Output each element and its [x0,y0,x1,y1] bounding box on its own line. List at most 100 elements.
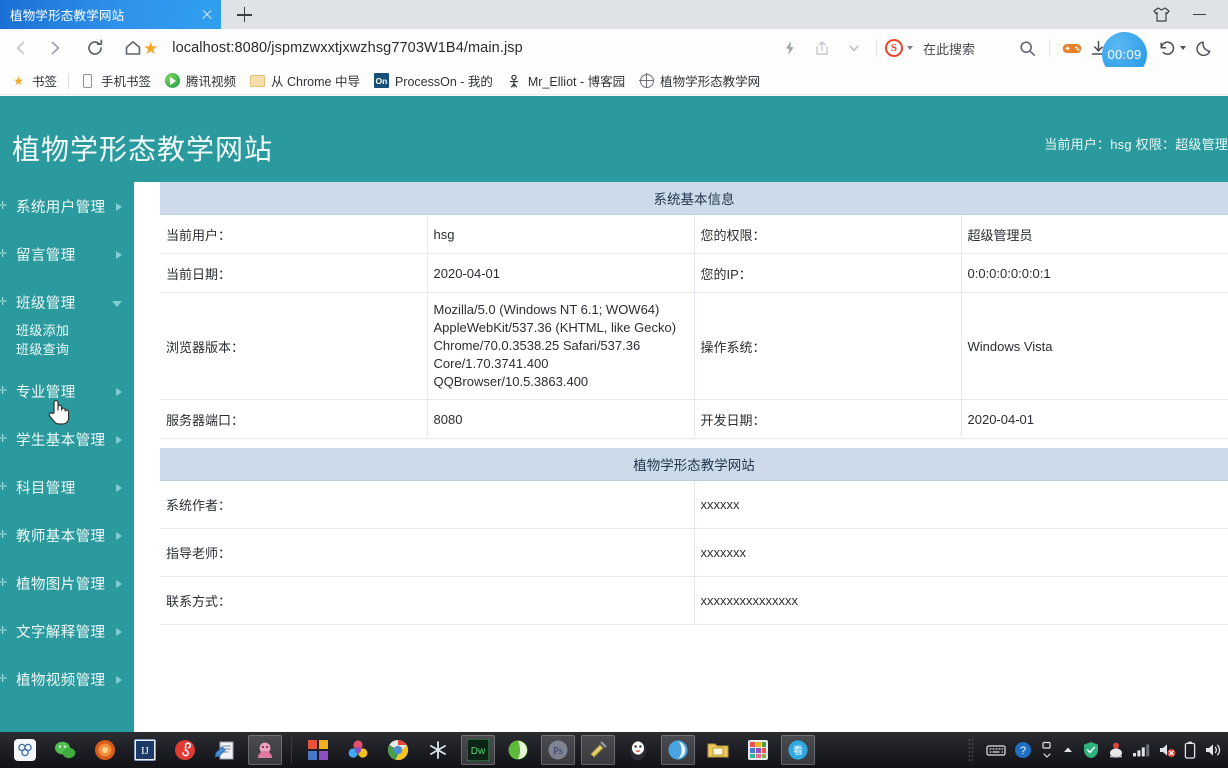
taskbar-icon-colorapp[interactable] [341,735,375,765]
skin-icon[interactable] [1144,2,1178,28]
chevron-right-icon [116,580,122,588]
plus-bullet-icon: ✛ [0,200,8,212]
taskbar-icon-firefox[interactable] [88,735,122,765]
volume-muted-icon[interactable] [1158,742,1176,758]
show-hidden-icons-button[interactable] [1040,741,1054,759]
sidebar-item-teacher[interactable]: ✛ 教师基本管理 [0,511,134,559]
share-icon[interactable] [806,31,838,65]
taskbar-icon-wechat[interactable] [48,735,82,765]
minimize-button[interactable] [1182,2,1216,28]
forward-button[interactable] [38,31,72,65]
sogou-icon: S [884,39,903,57]
bookmark-label: 书签 [32,75,58,89]
bookmark-item-4[interactable]: On ProcessOn - 我的 [367,69,500,93]
bookmark-label: ProcessOn - 我的 [394,75,493,89]
sidebar-subitem-class-query[interactable]: 班级查询 [16,339,134,358]
sidebar-item-system-user[interactable]: ✛ 系统用户管理 [0,182,134,230]
taskbar-icon-snowflake-app[interactable] [421,735,455,765]
taskbar-icon-dreamweaver[interactable]: Dw [461,735,495,765]
sidebar-item-class[interactable]: ✛ 班级管理 [0,278,134,326]
search-input[interactable]: 在此搜索 [923,39,975,58]
sidebar-item-label: 植物图片管理 [16,576,106,593]
sidebar-item-text-explain[interactable]: ✛ 文字解释管理 [0,607,134,655]
chevron-up-icon[interactable] [1062,744,1074,756]
download-button[interactable]: 00:09 [1088,31,1147,77]
lightning-icon[interactable] [774,31,806,65]
table-section-header: 植物学形态教学网站 [160,448,1228,481]
input-method-icon[interactable] [1108,741,1124,759]
table-row: 当前用户： hsg 您的权限： 超级管理员 [160,214,1228,254]
taskbar-icon-netease-music[interactable] [168,735,202,765]
browser-tab[interactable]: 植物学形态教学网站 [0,0,221,29]
taskbar-icon-sogou-input[interactable]: 看 [781,735,815,765]
battery-icon[interactable] [1184,741,1196,759]
shield-security-icon[interactable] [1082,741,1100,759]
plus-bullet-icon: ✛ [0,673,8,685]
bookmark-item-1[interactable]: 手机书签 [73,69,158,93]
network-signal-icon[interactable] [1132,743,1150,757]
cell-value: xxxxxxx [694,528,1228,577]
new-tab-button[interactable] [224,0,264,29]
undo-icon[interactable] [1156,31,1188,65]
volume-icon[interactable] [1204,742,1222,758]
taskbar-icon-qq-browser[interactable] [248,735,282,765]
taskbar-icon-green-browser[interactable] [501,735,535,765]
bookmark-label: 腾讯视频 [186,75,237,89]
sidebar-item-label: 教师基本管理 [16,528,106,545]
bookmark-item-5[interactable]: Mr_Elliot - 博客园 [500,69,632,93]
address-bar[interactable]: ★ localhost:8080/jspmzwxxtjxwzhsg7703W1B… [143,29,733,67]
divider [291,737,292,763]
bookmark-item-3[interactable]: 从 Chrome 中导 [243,69,367,93]
keyboard-icon[interactable] [986,743,1006,757]
sidebar-item-subject[interactable]: ✛ 科目管理 [0,463,134,511]
search-engine-selector[interactable]: S [883,39,915,57]
sidebar-item-label: 文字解释管理 [16,624,106,641]
back-button[interactable] [4,31,38,65]
reload-button[interactable] [78,31,112,65]
dark-mode-moon-icon[interactable] [1188,31,1220,65]
chevron-down-icon[interactable] [838,31,870,65]
taskbar-icon-file-explorer[interactable] [701,735,735,765]
tab-title: 植物学形态教学网站 [10,9,125,23]
taskbar-icon-qq-browser-2[interactable] [661,735,695,765]
taskbar-icon-windows-store[interactable] [301,735,335,765]
sidebar-item-message[interactable]: ✛ 留言管理 [0,230,134,278]
globe-icon [639,73,654,88]
close-icon[interactable] [199,7,215,23]
search-icon[interactable] [1011,31,1043,65]
game-controller-icon[interactable] [1056,31,1088,65]
bookmark-item-6[interactable]: 植物学形态教学网 [632,69,767,93]
site-info-table: 植物学形态教学网站 系统作者： xxxxxx 指导老师： xxxxxxx 联系方… [160,448,1228,625]
taskbar-icon-apps[interactable] [8,735,42,765]
taskbar-icon-qq[interactable] [621,735,655,765]
url-text: localhost:8080/jspmzwxxtjxwzhsg7703W1B4/… [172,40,523,56]
sidebar-item-plant-video[interactable]: ✛ 植物视频管理 [0,655,134,703]
svg-text:Ps: Ps [553,746,563,757]
cell-value: 2020-04-01 [961,399,1228,439]
bookmark-star-icon[interactable]: ★ [143,40,158,57]
user-info: 当前用户：hsg 权限：超级管理 [1044,137,1228,152]
help-icon[interactable]: ? [1014,741,1032,759]
chevron-down-icon [112,301,122,307]
taskbar-icon-intellij[interactable]: IJ [128,735,162,765]
taskbar-icon-editor[interactable] [208,735,242,765]
divider [1049,39,1050,57]
taskbar-icon-tools[interactable] [581,735,615,765]
plus-bullet-icon: ✛ [0,433,8,445]
bookmark-label: 手机书签 [101,75,152,89]
sidebar-item-label: 专业管理 [16,384,76,401]
taskbar-icon-chrome[interactable] [381,735,415,765]
table-section-header: 系统基本信息 [160,182,1228,215]
plus-bullet-icon: ✛ [0,481,8,493]
divider [875,39,877,57]
taskbar-icon-photoshop[interactable]: Ps [541,735,575,765]
cell-label: 操作系统： [694,292,962,400]
bookmark-item-2[interactable]: 腾讯视频 [158,69,243,93]
tray-drag-handle[interactable] [968,738,974,762]
sidebar-item-student[interactable]: ✛ 学生基本管理 [0,415,134,463]
cell-label: 当前日期： [160,253,428,293]
sidebar-item-plant-image[interactable]: ✛ 植物图片管理 [0,559,134,607]
sidebar-item-major[interactable]: ✛ 专业管理 [0,367,134,415]
taskbar-icon-color-grid-app[interactable] [741,735,775,765]
bookmark-item-0[interactable]: ★ 书签 [4,69,64,93]
